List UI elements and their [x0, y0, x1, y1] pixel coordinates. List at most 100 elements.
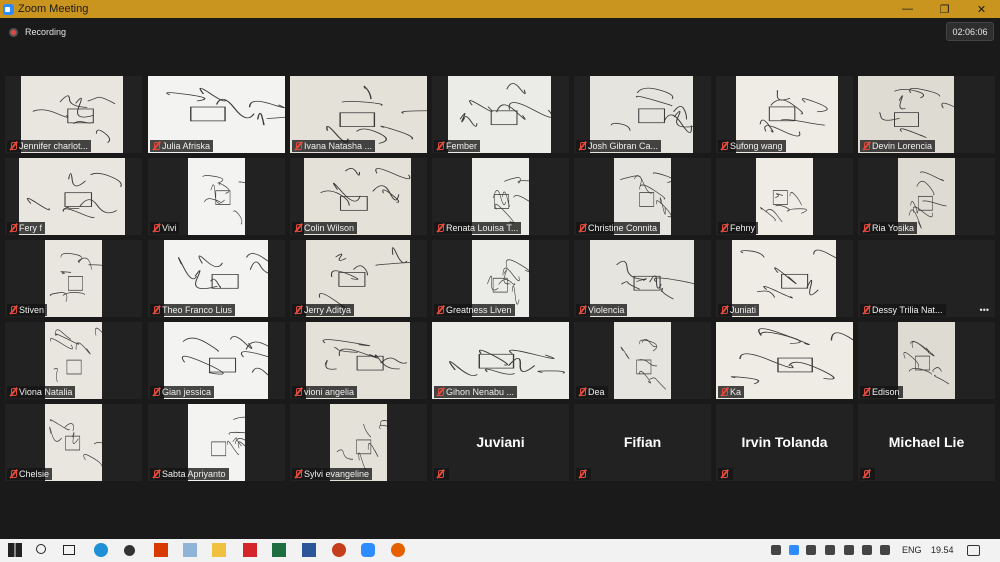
participant-tile[interactable]: Jerry Aditya [290, 240, 427, 317]
participant-tile[interactable]: Dea [574, 322, 711, 399]
muted-mic-icon [292, 304, 304, 316]
participant-video [45, 240, 102, 317]
participant-tile[interactable]: Fehny [716, 158, 853, 235]
participant-name-large: Fifian [623, 434, 662, 450]
participant-tile[interactable]: vioni angelia [290, 322, 427, 399]
participant-tile[interactable]: Fery f [5, 158, 142, 235]
participant-tile[interactable]: Michael Lie [858, 404, 995, 481]
acrobat-icon[interactable] [243, 543, 257, 557]
participant-tile[interactable]: Sufong wang [716, 76, 853, 153]
participant-tile[interactable]: Fember [432, 76, 569, 153]
participant-tile[interactable]: Edison [858, 322, 995, 399]
participant-tile[interactable]: Colin Wilson [290, 158, 427, 235]
participant-tile[interactable]: Julia Afriska [148, 76, 285, 153]
participant-tile[interactable]: Devin Lorencia [858, 76, 995, 153]
participant-tile[interactable]: Josh Gibran Ca... [574, 76, 711, 153]
name-label: Sufong wang [718, 140, 786, 152]
settings-icon[interactable] [124, 545, 135, 556]
participant-tile[interactable]: Gian jessica [148, 322, 285, 399]
muted-mic-icon [860, 468, 872, 480]
participant-name: Julia Afriska [162, 141, 211, 151]
muted-mic-icon [860, 222, 872, 234]
network-icon[interactable] [806, 545, 816, 555]
notifications-icon[interactable] [967, 545, 980, 556]
firefox-icon[interactable] [391, 543, 405, 557]
participant-tile[interactable]: Violencia [574, 240, 711, 317]
participant-tile[interactable]: Sabta Apriyanto [148, 404, 285, 481]
participant-tile[interactable]: Renata Louisa T... [432, 158, 569, 235]
recording-indicator[interactable]: Recording [9, 27, 66, 37]
participant-name: Devin Lorencia [872, 141, 933, 151]
name-label: Theo Franco Lius [150, 304, 236, 316]
participant-name: Ria Yosika [872, 223, 915, 233]
participant-video [614, 322, 671, 399]
close-button[interactable]: ✕ [963, 0, 1000, 18]
gallery-view: Jennifer charlot... Julia Afriska Ivana Na… [5, 76, 996, 481]
name-label: Renata Louisa T... [434, 222, 522, 234]
battery-icon[interactable] [844, 545, 854, 555]
muted-mic-icon [150, 304, 162, 316]
participant-tile[interactable]: Dessy Trilia Nat... ••• [858, 240, 995, 317]
participant-name-large: Juviani [476, 434, 525, 450]
word-icon[interactable] [302, 543, 316, 557]
muted-mic-icon [576, 140, 588, 152]
participant-tile[interactable]: Juviani [432, 404, 569, 481]
microphone-icon[interactable] [825, 545, 835, 555]
zoom-tray-icon[interactable] [789, 545, 799, 555]
muted-mic-icon [7, 140, 19, 152]
participant-tile[interactable]: Viona Natalia [5, 322, 142, 399]
muted-mic-icon [860, 386, 872, 398]
restore-button[interactable]: ❐ [926, 0, 963, 18]
participant-tile[interactable]: Ka [716, 322, 853, 399]
name-label: Ivana Natasha ... [292, 140, 376, 152]
participant-tile[interactable]: Gihon Nenabu ... [432, 322, 569, 399]
name-label: Greatness Liven [434, 304, 515, 316]
name-label: Fehny [718, 222, 759, 234]
participant-name: Vivi [162, 223, 177, 233]
volume-icon[interactable] [880, 545, 890, 555]
powerpoint-icon[interactable] [332, 543, 346, 557]
drawing-image [620, 338, 667, 390]
participant-name-large: Michael Lie [888, 434, 965, 450]
participant-tile[interactable]: Sylvi evangeline [290, 404, 427, 481]
participant-tile[interactable]: Ria Yosika [858, 158, 995, 235]
participant-tile[interactable]: Chelsie [5, 404, 142, 481]
system-clock[interactable]: 19.54 [931, 545, 954, 555]
participant-tile[interactable]: Jennifer charlot... [5, 76, 142, 153]
file-explorer-icon[interactable] [212, 543, 226, 557]
participant-name: Juniati [730, 305, 757, 315]
excel-icon[interactable] [272, 543, 286, 557]
muted-mic-icon [292, 222, 304, 234]
participant-tile[interactable]: Ivana Natasha ... [290, 76, 427, 153]
participant-name: Renata Louisa T... [446, 223, 519, 233]
participant-tile[interactable]: Fifian [574, 404, 711, 481]
drawing-image [760, 190, 808, 223]
minimize-button[interactable]: — [889, 0, 926, 18]
show-hidden-icons-chevron[interactable] [771, 545, 781, 555]
participant-tile[interactable]: Theo Franco Lius [148, 240, 285, 317]
language-indicator[interactable]: ENG [902, 545, 922, 555]
name-label: Christine Connita [576, 222, 661, 234]
more-options-button[interactable]: ••• [980, 305, 989, 315]
muted-mic-icon [576, 222, 588, 234]
muted-mic-icon [7, 304, 19, 316]
notepad-icon[interactable] [183, 543, 197, 557]
edge-icon[interactable] [94, 543, 108, 557]
windows-start-icon[interactable] [8, 543, 22, 557]
search-icon[interactable] [36, 544, 46, 554]
participant-name: vioni angelia [304, 387, 355, 397]
name-label: Ria Yosika [860, 222, 918, 234]
zoom-icon[interactable] [361, 543, 375, 557]
participant-tile[interactable]: Juniati [716, 240, 853, 317]
participant-tile[interactable]: Stiven [5, 240, 142, 317]
participant-tile[interactable]: Christine Connita [574, 158, 711, 235]
participant-name: Chelsie [19, 469, 50, 479]
participant-tile[interactable]: Greatness Liven [432, 240, 569, 317]
office-icon[interactable] [154, 543, 168, 557]
participant-tile[interactable]: Vivi [148, 158, 285, 235]
task-view-icon[interactable] [63, 545, 75, 555]
participant-tile[interactable]: Irvin Tolanda [716, 404, 853, 481]
participant-name: Ka [730, 387, 742, 397]
wifi-icon[interactable] [862, 545, 872, 555]
muted-mic-icon [150, 140, 162, 152]
